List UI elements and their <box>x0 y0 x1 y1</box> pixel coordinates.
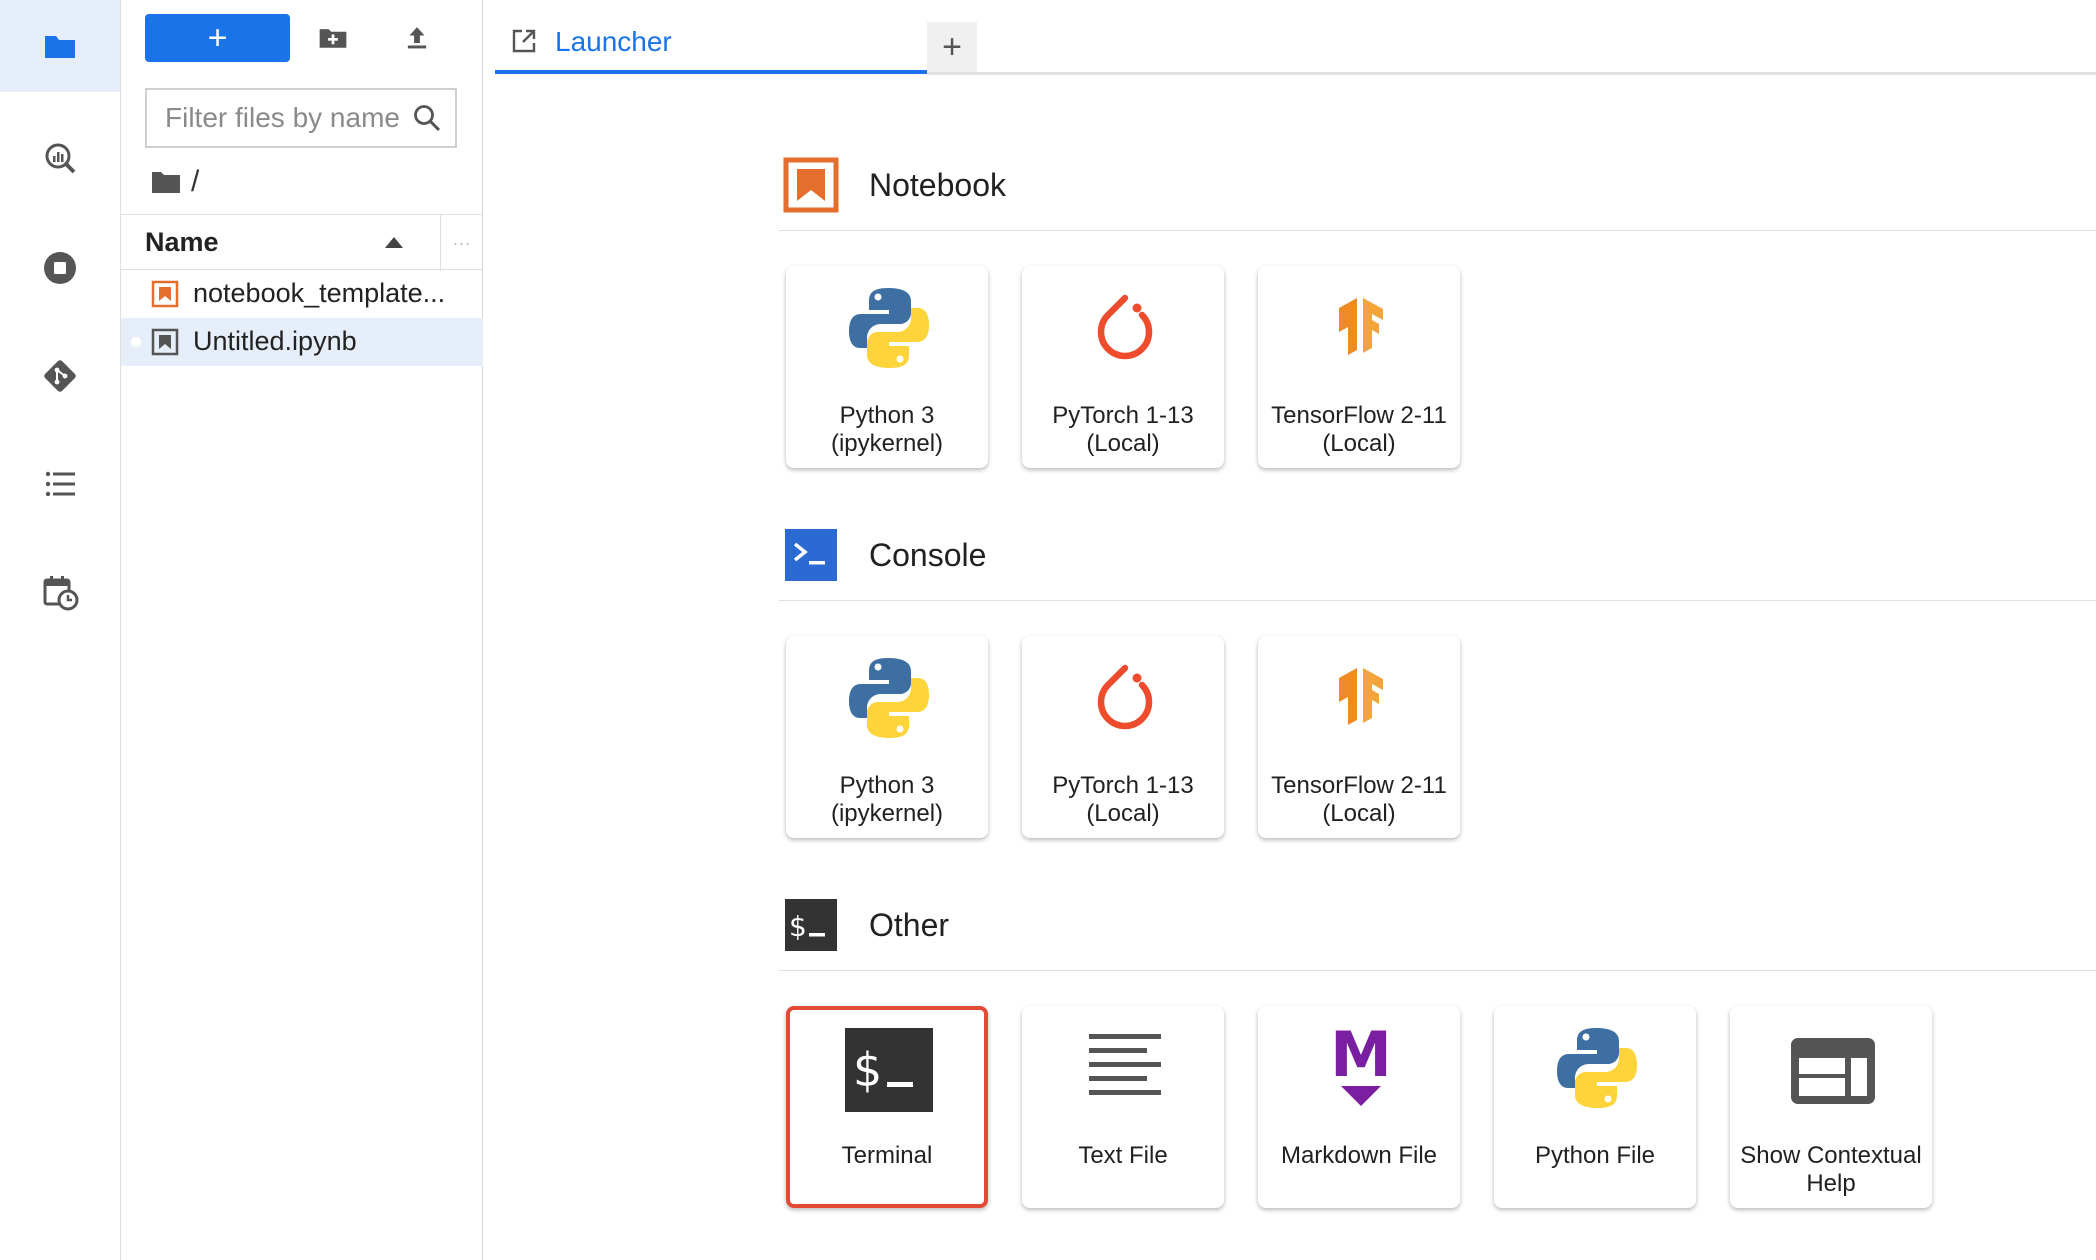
launcher-card-contextual-help[interactable]: Show Contextual Help <box>1730 1006 1932 1208</box>
python-icon <box>845 650 933 746</box>
launcher-card-terminal[interactable]: $ Terminal <box>786 1006 988 1208</box>
tensorflow-icon <box>1317 280 1405 376</box>
tab-launcher[interactable]: Launcher <box>495 10 927 76</box>
launcher-card-tensorflow-notebook[interactable]: TensorFlow 2-11 (Local) <box>1258 266 1460 468</box>
card-label: TensorFlow 2-11 (Local) <box>1271 402 1447 457</box>
section-notebook-header: Notebook <box>783 157 1006 213</box>
card-label: PyTorch 1-13 (Local) <box>1052 772 1194 827</box>
card-label: Python 3 (ipykernel) <box>830 402 944 457</box>
section-title: Other <box>869 906 950 943</box>
card-label: Markdown File <box>1280 1142 1438 1169</box>
launcher-card-python3-console[interactable]: Python 3 (ipykernel) <box>786 636 988 838</box>
file-row[interactable]: notebook_template... <box>121 270 483 318</box>
svg-text:M: M <box>1330 1024 1392 1091</box>
launcher-card-markdown-file[interactable]: M Markdown File <box>1258 1006 1460 1208</box>
notebook-orange-icon <box>151 280 179 308</box>
activity-running-kernels[interactable] <box>0 222 120 314</box>
file-row[interactable]: Untitled.ipynb <box>121 318 483 366</box>
card-label: Show Contextual Help <box>1740 1142 1922 1197</box>
card-label: Text File <box>1078 1142 1168 1169</box>
activity-file-browser[interactable] <box>0 0 120 92</box>
calendar-clock-icon <box>43 576 79 611</box>
tab-bar: Launcher + <box>483 0 2096 76</box>
filter-files-box[interactable] <box>145 88 457 148</box>
launcher-card-tensorflow-console[interactable]: TensorFlow 2-11 (Local) <box>1258 636 1460 838</box>
column-name-header[interactable]: Name <box>145 227 219 258</box>
upload-icon <box>407 27 427 49</box>
activity-bar <box>0 0 121 1260</box>
activity-property-inspector[interactable] <box>0 112 120 204</box>
section-title: Console <box>869 536 987 573</box>
notebook-icon <box>783 157 839 213</box>
upload-button[interactable] <box>399 20 435 56</box>
file-name: notebook_template... <box>193 278 446 308</box>
launcher-card-pytorch-notebook[interactable]: PyTorch 1-13 (Local) <box>1022 266 1224 468</box>
list-icon <box>45 471 75 497</box>
filter-files-input[interactable] <box>165 102 415 134</box>
file-list-header: Name ... <box>121 214 483 271</box>
python-icon <box>1553 1020 1641 1116</box>
svg-text:$: $ <box>853 1043 882 1097</box>
search-icon <box>414 105 441 132</box>
activity-git[interactable] <box>0 330 120 422</box>
file-browser-panel: + / Name ... <box>121 0 483 1260</box>
new-folder-button[interactable] <box>315 20 351 56</box>
markdown-icon: M <box>1317 1020 1405 1116</box>
card-label: Terminal <box>841 1142 933 1169</box>
breadcrumb: / <box>151 164 199 200</box>
console-icon <box>785 529 837 581</box>
new-launcher-button[interactable]: + <box>145 14 290 62</box>
add-tab-button[interactable]: + <box>927 22 977 72</box>
tensorflow-icon <box>1317 650 1405 746</box>
activity-table-of-contents[interactable] <box>0 438 120 530</box>
section-title: Notebook <box>869 166 1006 203</box>
folder-icon[interactable] <box>151 169 181 195</box>
card-label: PyTorch 1-13 (Local) <box>1052 402 1194 457</box>
card-label: Python 3 (ipykernel) <box>830 772 944 827</box>
terminal-icon: $ <box>845 1020 933 1116</box>
inspector-icon <box>45 143 76 174</box>
launcher-icon <box>512 29 536 53</box>
svg-text:$: $ <box>789 910 807 943</box>
launcher-card-pytorch-console[interactable]: PyTorch 1-13 (Local) <box>1022 636 1224 838</box>
section-divider <box>779 970 2096 971</box>
launcher-card-text-file[interactable]: Text File <box>1022 1006 1224 1208</box>
main-area: Launcher + Notebook Python 3 (ipykernel) <box>483 0 2096 1260</box>
contextual-help-icon <box>1789 1020 1877 1116</box>
pytorch-icon <box>1081 280 1169 376</box>
breadcrumb-root[interactable]: / <box>191 165 199 199</box>
activity-scheduler[interactable] <box>0 546 120 638</box>
folder-icon <box>45 36 75 58</box>
terminal-icon: $ <box>785 899 837 951</box>
section-other-header: $ Other <box>783 897 949 953</box>
running-indicator <box>131 337 141 347</box>
launcher-card-python3-notebook[interactable]: Python 3 (ipykernel) <box>786 266 988 468</box>
card-label: TensorFlow 2-11 (Local) <box>1271 772 1447 827</box>
tab-label: Launcher <box>555 26 672 57</box>
git-icon <box>44 360 76 392</box>
sort-ascending-icon[interactable] <box>385 237 403 248</box>
section-divider <box>779 600 2096 601</box>
stop-circle-icon <box>44 252 76 284</box>
pytorch-icon <box>1081 650 1169 746</box>
column-divider[interactable] <box>440 215 441 271</box>
text-file-icon <box>1081 1020 1169 1116</box>
column-more[interactable]: ... <box>453 229 471 250</box>
new-folder-icon <box>319 29 347 48</box>
notebook-gray-icon <box>151 328 179 356</box>
card-label: Python File <box>1534 1142 1656 1169</box>
active-tab-indicator <box>495 70 927 74</box>
file-name: Untitled.ipynb <box>193 326 357 356</box>
section-divider <box>779 230 2096 231</box>
file-browser-toolbar: + <box>121 0 483 78</box>
section-console-header: Console <box>783 527 986 583</box>
python-icon <box>845 280 933 376</box>
launcher-card-python-file[interactable]: Python File <box>1494 1006 1696 1208</box>
